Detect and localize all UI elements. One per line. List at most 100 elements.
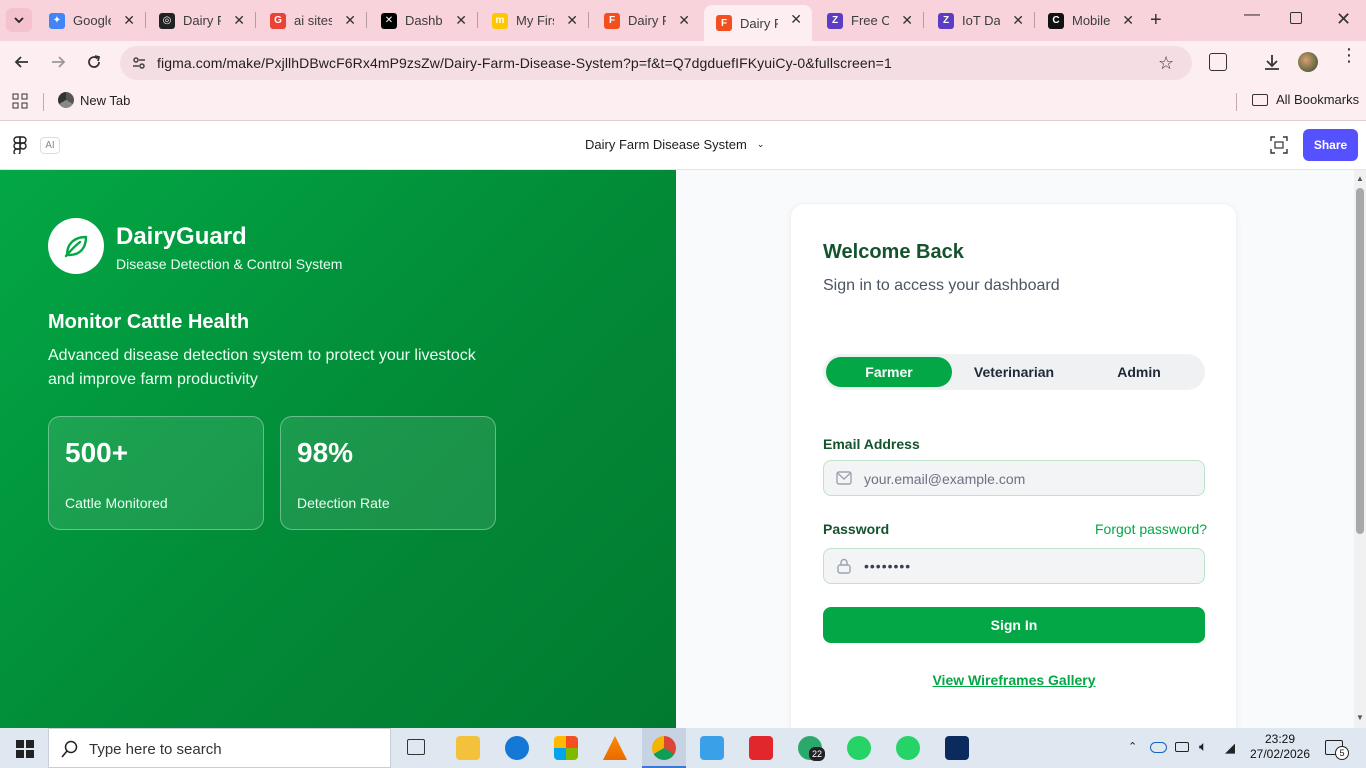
- password-field[interactable]: ••••••••: [823, 548, 1205, 584]
- browser-tab[interactable]: F Dairy Fa ✕: [704, 5, 812, 41]
- view-wireframes-link[interactable]: View Wireframes Gallery: [823, 672, 1205, 688]
- close-tab-icon[interactable]: ✕: [1012, 12, 1024, 29]
- browser-tab[interactable]: Z IoT Dat ✕: [926, 6, 1034, 35]
- close-tab-icon[interactable]: ✕: [678, 12, 690, 29]
- taskbar-search-box[interactable]: Type here to search: [48, 728, 391, 768]
- tab-favicon-icon: ✕: [381, 12, 397, 29]
- extensions-icon[interactable]: [1209, 53, 1227, 71]
- bookmark-new-tab[interactable]: New Tab: [58, 92, 130, 108]
- close-tab-icon[interactable]: ✕: [344, 12, 356, 29]
- volume-icon[interactable]: 🔈︎: [1199, 738, 1207, 755]
- ai-badge[interactable]: AI: [40, 137, 60, 154]
- figma-logo-icon[interactable]: [13, 136, 27, 159]
- whatsapp-business-icon[interactable]: 22: [798, 736, 825, 761]
- divider: [43, 93, 44, 111]
- browser-tab[interactable]: C Mobile ✕: [1036, 6, 1144, 35]
- tab-separator: [1034, 12, 1035, 28]
- store-icon[interactable]: [554, 736, 578, 760]
- whatsapp-icon[interactable]: [847, 736, 871, 760]
- restore-button[interactable]: [1290, 12, 1302, 24]
- stat-card-cattle: 500+ Cattle Monitored: [48, 416, 264, 530]
- tab-search-button[interactable]: [6, 8, 32, 32]
- browser-tab[interactable]: F Dairy Fa ✕: [592, 6, 700, 35]
- close-tab-icon[interactable]: ✕: [123, 12, 135, 29]
- tab-favicon-icon: Z: [827, 12, 843, 29]
- profile-avatar[interactable]: [1298, 52, 1318, 72]
- wps-icon[interactable]: [749, 736, 773, 760]
- login-subtitle: Sign in to access your dashboard: [823, 277, 1060, 294]
- scroll-down-arrow[interactable]: ▼: [1356, 713, 1364, 722]
- forward-icon[interactable]: [50, 54, 66, 73]
- file-explorer-icon[interactable]: [456, 736, 480, 760]
- role-tab-farmer[interactable]: Farmer: [826, 357, 952, 387]
- onedrive-icon[interactable]: [1150, 742, 1167, 753]
- role-tab-admin[interactable]: Admin: [1076, 357, 1202, 387]
- email-placeholder: your.email@example.com: [864, 471, 1026, 487]
- browser-tab[interactable]: ◎ Dairy Fa ✕: [147, 6, 255, 35]
- browser-tab[interactable]: Z Free Or ✕: [815, 6, 923, 35]
- app-arrow-icon[interactable]: [700, 736, 724, 760]
- close-tab-icon[interactable]: ✕: [1122, 12, 1134, 29]
- project-title-dropdown[interactable]: Dairy Farm Disease System ⌄: [585, 137, 764, 152]
- share-button[interactable]: Share: [1303, 129, 1358, 161]
- browser-tab[interactable]: ✦ Google ✕: [37, 6, 145, 35]
- notification-center-icon[interactable]: 5: [1325, 740, 1349, 760]
- sign-in-button[interactable]: Sign In: [823, 607, 1205, 643]
- apps-grid-icon[interactable]: [12, 93, 28, 114]
- hero-heading: Monitor Cattle Health: [48, 311, 250, 333]
- lock-icon: [837, 558, 851, 574]
- task-view-icon[interactable]: [407, 739, 425, 755]
- tab-favicon-icon: m: [492, 12, 508, 29]
- clock-date: 27/02/2026: [1249, 747, 1311, 761]
- role-tab-veterinarian[interactable]: Veterinarian: [951, 357, 1077, 387]
- taskbar-search-placeholder: Type here to search: [89, 741, 222, 758]
- chrome-icon: [652, 736, 676, 760]
- menu-icon[interactable]: ⋮: [1340, 46, 1358, 64]
- reload-icon[interactable]: [86, 54, 102, 73]
- close-tab-icon[interactable]: ✕: [566, 12, 578, 29]
- present-icon[interactable]: [1270, 136, 1288, 159]
- stat-label: Cattle Monitored: [65, 495, 168, 511]
- close-tab-icon[interactable]: ✕: [455, 12, 467, 29]
- browser-tab[interactable]: m My First ✕: [480, 6, 588, 35]
- leaf-icon: [64, 235, 88, 258]
- address-bar[interactable]: figma.com/make/PxjllhDBwcF6Rx4mP9zsZw/Da…: [120, 46, 1192, 80]
- stat-value: 500+: [65, 437, 129, 468]
- page-scrollbar[interactable]: ▲ ▼: [1354, 170, 1366, 728]
- back-icon[interactable]: [14, 54, 30, 73]
- close-tab-icon[interactable]: ✕: [233, 12, 245, 29]
- scrollbar-thumb[interactable]: [1356, 188, 1364, 534]
- close-window-button[interactable]: ✕: [1336, 9, 1351, 30]
- download-icon[interactable]: [1262, 52, 1282, 77]
- tab-title: IoT Dat: [962, 13, 1000, 28]
- email-field[interactable]: your.email@example.com: [823, 460, 1205, 496]
- new-tab-button[interactable]: +: [1150, 9, 1162, 32]
- tab-favicon-icon: C: [1048, 12, 1064, 29]
- minimize-button[interactable]: —: [1244, 6, 1260, 24]
- bookmark-star-icon[interactable]: ☆: [1158, 53, 1174, 74]
- close-tab-icon[interactable]: ✕: [790, 11, 802, 28]
- wifi-icon[interactable]: ◢: [1225, 740, 1235, 756]
- edge-icon[interactable]: [505, 736, 529, 760]
- tab-strip: ✦ Google ✕ ◎ Dairy Fa ✕ Gai sites ✕ ✕ Dashbo ✕ m My …: [0, 0, 1366, 41]
- browser-tab[interactable]: Gai sites ✕: [258, 6, 366, 35]
- login-panel: Welcome Back Sign in to access your dash…: [676, 170, 1354, 743]
- tab-title: Dairy Fa: [628, 13, 666, 28]
- all-bookmarks-button[interactable]: All Bookmarks: [1252, 92, 1359, 107]
- site-info-icon[interactable]: [131, 55, 147, 76]
- tab-title: Dairy Fa: [183, 13, 221, 28]
- app-a-icon[interactable]: [945, 736, 969, 760]
- battery-icon[interactable]: [1175, 742, 1189, 752]
- show-hidden-icons[interactable]: ⌃: [1128, 740, 1137, 753]
- clock[interactable]: 23:29 27/02/2026: [1248, 732, 1312, 762]
- chrome-taskbar-active[interactable]: [642, 728, 686, 768]
- chevron-down-icon: [14, 17, 24, 24]
- close-tab-icon[interactable]: ✕: [901, 12, 913, 29]
- scroll-up-arrow[interactable]: ▲: [1356, 174, 1364, 183]
- vlc-icon[interactable]: [603, 736, 627, 760]
- tab-separator: [588, 12, 589, 28]
- browser-tab[interactable]: ✕ Dashbo ✕: [369, 6, 477, 35]
- windows-start-icon[interactable]: [16, 740, 34, 763]
- whatsapp-desktop-icon[interactable]: [896, 736, 920, 760]
- forgot-password-link[interactable]: Forgot password?: [1095, 521, 1207, 537]
